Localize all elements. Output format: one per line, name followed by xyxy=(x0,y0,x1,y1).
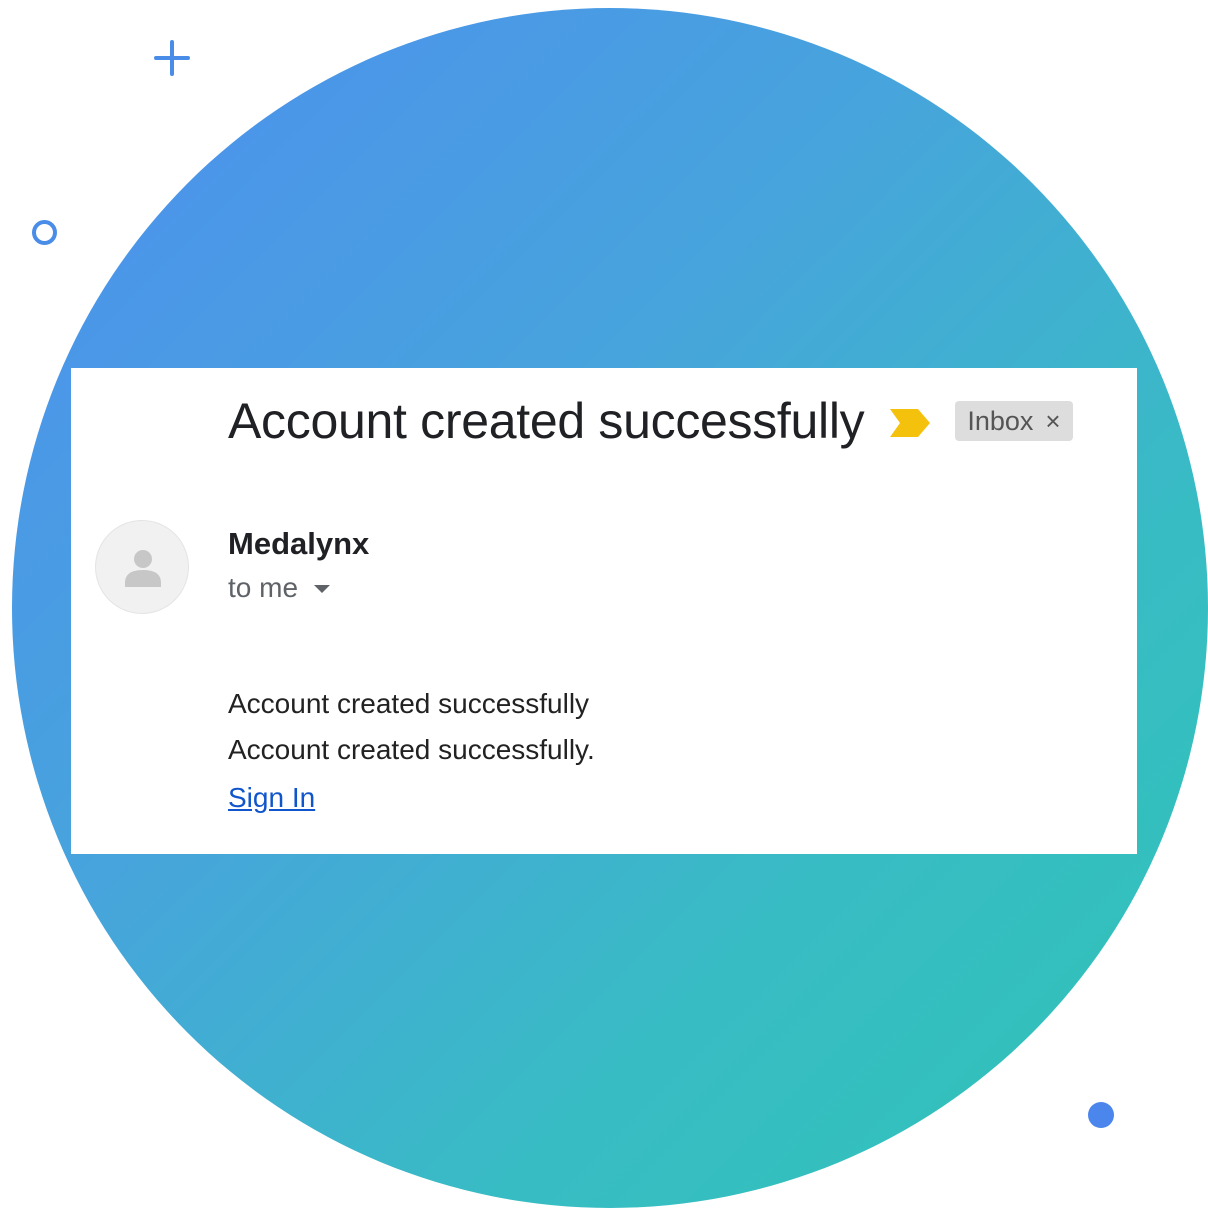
default-person-avatar-icon xyxy=(125,550,161,587)
ring-icon xyxy=(32,220,57,245)
recipient-text: to me xyxy=(228,572,299,603)
inbox-label-chip: Inbox × xyxy=(955,401,1073,441)
page-background: Account created successfully Inbox × Med… xyxy=(0,0,1208,1211)
sign-in-link[interactable]: Sign In xyxy=(228,782,315,814)
inbox-label-text: Inbox xyxy=(967,405,1034,436)
email-body-line: Account created successfully xyxy=(228,688,590,719)
recipient-details-toggle[interactable]: to me xyxy=(228,572,331,604)
caret-down-icon[interactable] xyxy=(314,585,331,593)
email-subject: Account created successfully xyxy=(228,393,865,449)
subject-row: Account created successfully Inbox × xyxy=(228,388,1073,454)
email-card: Account created successfully Inbox × Med… xyxy=(71,368,1137,854)
avatar xyxy=(95,520,189,614)
dot-icon xyxy=(1088,1102,1114,1128)
sender-name: Medalynx xyxy=(228,526,370,561)
importance-marker-icon[interactable] xyxy=(890,409,931,437)
close-icon[interactable]: × xyxy=(1045,406,1060,437)
plus-icon xyxy=(154,40,190,76)
email-body-line: Account created successfully. xyxy=(228,734,595,765)
